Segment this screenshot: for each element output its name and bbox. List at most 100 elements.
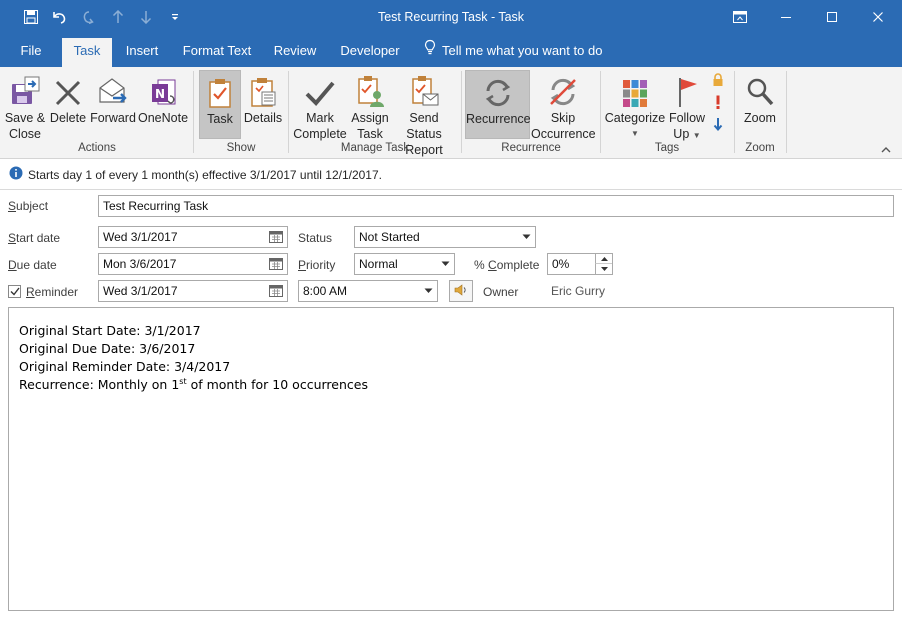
- checkmark-icon: [292, 70, 348, 110]
- collapse-ribbon-icon[interactable]: [878, 142, 894, 158]
- skip-label-line1: Skip: [550, 111, 576, 125]
- categorize-icon: [604, 70, 666, 110]
- private-lock-icon[interactable]: [710, 72, 726, 88]
- mark-complete-label-line2: Complete: [293, 127, 347, 141]
- start-date-field[interactable]: Wed 3/1/2017: [98, 226, 288, 248]
- tell-me-text: Tell me what you want to do: [442, 43, 603, 58]
- tab-task[interactable]: Task: [62, 38, 112, 68]
- reminder-label-text: eminder: [34, 285, 79, 299]
- delete-button[interactable]: Delete: [49, 70, 87, 139]
- zoom-label: Zoom: [744, 111, 776, 125]
- recurrence-group-label: Recurrence: [501, 142, 561, 154]
- calendar-icon[interactable]: [265, 227, 287, 247]
- lightbulb-icon: [424, 39, 436, 63]
- customize-qat-icon[interactable]: [166, 0, 184, 34]
- priority-label: Priority: [298, 258, 335, 272]
- minimize-icon[interactable]: [763, 0, 809, 34]
- tab-developer[interactable]: Developer: [334, 39, 406, 67]
- flag-icon: [667, 70, 707, 110]
- assign-task-icon: [349, 70, 391, 110]
- tab-review[interactable]: Review: [268, 39, 322, 67]
- tags-group-label: Tags: [654, 142, 680, 154]
- percent-complete-value: 0%: [552, 257, 570, 271]
- zoom-group-label: Zoom: [745, 142, 775, 154]
- due-date-value: Mon 3/6/2017: [103, 257, 177, 271]
- show-task-button[interactable]: Task: [199, 70, 241, 139]
- actions-group-label: Actions: [78, 142, 116, 154]
- reminder-date-field[interactable]: Wed 3/1/2017: [98, 280, 288, 302]
- ribbon-display-options-icon[interactable]: [717, 0, 763, 34]
- follow-up-label-line1: Follow: [668, 111, 706, 125]
- close-icon[interactable]: [855, 0, 901, 34]
- send-status-label-line1: Send Status: [406, 111, 442, 141]
- tab-format-text[interactable]: Format Text: [178, 39, 256, 67]
- group-divider: [734, 71, 735, 153]
- due-date-field[interactable]: Mon 3/6/2017: [98, 253, 288, 275]
- up-arrow-icon[interactable]: [108, 0, 128, 34]
- save-icon[interactable]: [20, 0, 42, 34]
- undo-icon[interactable]: [48, 0, 70, 34]
- due-date-label-text: ue date: [16, 258, 57, 272]
- tab-file[interactable]: File: [12, 39, 50, 67]
- categorize-label: Categorize: [604, 111, 666, 125]
- forward-button[interactable]: Forward: [89, 70, 137, 139]
- details-button[interactable]: Details: [242, 70, 284, 139]
- redo-icon[interactable]: [78, 0, 100, 34]
- calendar-icon[interactable]: [265, 281, 287, 301]
- start-date-label-accel: S: [8, 231, 17, 245]
- onenote-button[interactable]: N OneNote: [138, 70, 188, 139]
- reminder-checkbox[interactable]: [8, 285, 21, 298]
- priority-label-accel: P: [298, 258, 307, 272]
- zoom-button[interactable]: Zoom: [738, 70, 782, 139]
- spin-up-icon[interactable]: [595, 254, 612, 264]
- subject-input[interactable]: Test Recurring Task: [98, 195, 894, 217]
- task-notes-body[interactable]: Original Start Date: 3/1/2017 Original D…: [8, 307, 894, 611]
- save-close-icon: [3, 70, 47, 110]
- start-date-value: Wed 3/1/2017: [103, 230, 178, 244]
- percent-complete-spinner[interactable]: 0%: [547, 253, 613, 275]
- recurrence-label: Recurrence: [466, 112, 531, 126]
- delete-x-icon: [49, 70, 87, 110]
- chevron-down-icon[interactable]: [436, 254, 454, 274]
- skip-label-line2: Occurrence: [531, 127, 596, 141]
- follow-up-button[interactable]: Follow Up ▼: [667, 70, 707, 141]
- mark-complete-button[interactable]: Mark Complete: [292, 70, 348, 141]
- reminder-time-value: 8:00 AM: [303, 284, 348, 298]
- assign-task-button[interactable]: Assign Task: [349, 70, 391, 141]
- spin-down-icon[interactable]: [595, 264, 612, 274]
- owner-label: Owner: [483, 285, 519, 299]
- follow-up-dropdown-icon: ▼: [692, 131, 701, 140]
- down-arrow-icon[interactable]: [136, 0, 156, 34]
- chevron-down-icon[interactable]: [517, 227, 535, 247]
- skip-occurrence-button[interactable]: Skip Occurrence: [531, 70, 596, 141]
- low-importance-icon[interactable]: [710, 116, 726, 132]
- high-importance-icon[interactable]: [710, 94, 726, 110]
- percent-complete-label-text: omplete: [496, 258, 540, 272]
- tell-me-box[interactable]: Tell me what you want to do: [424, 39, 602, 63]
- start-date-label: Start date: [8, 231, 60, 245]
- notes-line: Original Due Date: 3/6/2017: [19, 341, 196, 356]
- details-clipboard-icon: [242, 70, 284, 110]
- svg-text:N: N: [155, 87, 165, 101]
- notes-recurrence-pre: Recurrence: Monthly on 1: [19, 377, 180, 392]
- status-select[interactable]: Not Started: [354, 226, 536, 248]
- percent-complete-label-accel: C: [488, 258, 497, 272]
- priority-value: Normal: [359, 257, 398, 271]
- tab-insert[interactable]: Insert: [120, 39, 164, 67]
- reminder-sound-button[interactable]: [449, 280, 473, 302]
- percent-complete-label: % Complete: [474, 258, 539, 272]
- categorize-button[interactable]: Categorize ▼: [604, 70, 666, 139]
- priority-select[interactable]: Normal: [354, 253, 455, 275]
- reminder-date-value: Wed 3/1/2017: [103, 284, 178, 298]
- notes-line: Recurrence: Monthly on 1st of month for …: [19, 376, 883, 394]
- chevron-down-icon[interactable]: [419, 281, 437, 301]
- follow-up-label-line2-text: Up: [673, 127, 690, 141]
- save-close-button[interactable]: Save & Close: [3, 70, 47, 141]
- recurrence-info-text: Starts day 1 of every 1 month(s) effecti…: [28, 167, 382, 182]
- recurrence-icon: [466, 71, 529, 111]
- reminder-time-select[interactable]: 8:00 AM: [298, 280, 438, 302]
- recurrence-button[interactable]: Recurrence: [465, 70, 531, 139]
- send-status-report-button[interactable]: Send Status Report: [392, 70, 456, 157]
- maximize-icon[interactable]: [809, 0, 855, 34]
- calendar-icon[interactable]: [265, 254, 287, 274]
